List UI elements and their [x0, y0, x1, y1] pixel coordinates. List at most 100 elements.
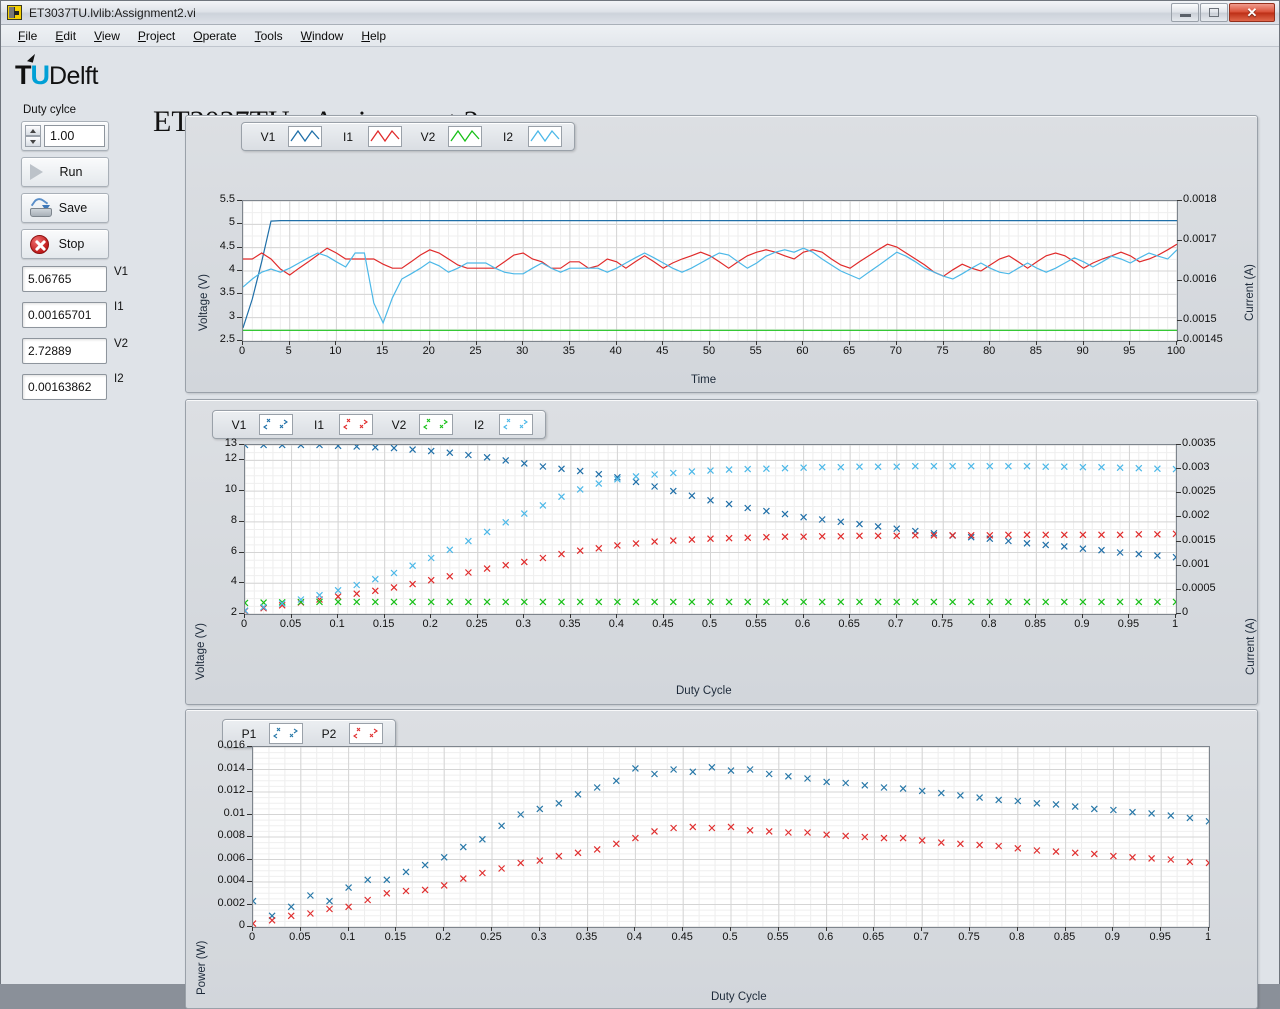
menu-help[interactable]: Help	[352, 27, 395, 45]
x-tick-label: 5	[285, 345, 292, 357]
waveform-chart[interactable]: V1 I1 V2 I2 Voltage (V) Current (A) Time…	[185, 115, 1258, 393]
duty-cycle-chart[interactable]: V1 I1 V2 I2 Voltage (V) Current (A) Duty…	[185, 399, 1258, 705]
x-tick-label: 0.1	[339, 931, 356, 943]
x-tick-label: 20	[422, 345, 435, 357]
y2-tick-label: 0.003	[1182, 461, 1210, 474]
y-tick-mark	[247, 813, 252, 815]
x-tick-label: 0.45	[652, 618, 674, 630]
x-tick-label: 0.65	[838, 618, 860, 630]
legend-item-v2[interactable]: V2	[379, 414, 459, 435]
x-tick-label: 0.4	[626, 931, 643, 943]
legend-item-i2[interactable]: I2	[459, 414, 539, 435]
power-chart-legend[interactable]: P1 P2	[222, 719, 396, 748]
x-tick-label: 0.75	[931, 618, 953, 630]
menu-project[interactable]: Project	[129, 27, 184, 45]
duty-cycle-input[interactable]: 1.00	[44, 125, 105, 147]
menu-tools[interactable]: Tools	[246, 27, 292, 45]
y-tick-label: 2.5	[219, 333, 235, 345]
menu-bar: File Edit View Project Operate Tools Win…	[1, 25, 1279, 47]
legend-item-v1[interactable]: V1	[219, 414, 299, 435]
y-tick-mark	[239, 551, 244, 553]
waveform-plot-area[interactable]	[242, 200, 1178, 342]
x-tick-label: 0	[240, 618, 248, 630]
y2-tick-mark	[1177, 340, 1182, 341]
stop-button[interactable]: Stop	[21, 229, 109, 259]
save-button-label: Save	[58, 201, 88, 215]
y-tick-label: 5.5	[219, 193, 235, 205]
legend-swatch-i2	[528, 126, 562, 147]
restore-button[interactable]	[1200, 3, 1228, 22]
y-tick-mark	[237, 340, 242, 341]
spin-down-icon[interactable]	[25, 136, 41, 147]
y2-tick-label: 0.0005	[1182, 581, 1216, 594]
duty-cycle-chart-legend[interactable]: V1 I1 V2 I2	[212, 410, 546, 439]
close-button[interactable]: ✕	[1229, 3, 1275, 22]
y2-tick-label: 0.0015	[1183, 313, 1217, 325]
menu-edit[interactable]: Edit	[46, 27, 85, 45]
duty-y2label: Current (A)	[1245, 618, 1257, 675]
power-ylabel: Power (W)	[196, 940, 208, 995]
x-tick-label: 0.5	[722, 931, 738, 943]
x-tick-label: 0.8	[1009, 931, 1025, 943]
logo-delft: Delft	[49, 62, 98, 90]
y2-tick-label: 0.0025	[1182, 485, 1216, 498]
legend-item-i1[interactable]: I1	[299, 414, 379, 435]
y-tick-mark	[247, 746, 252, 747]
legend-swatch-i1	[339, 414, 373, 435]
y-tick-label: 13	[224, 437, 237, 449]
y2-tick-mark	[1176, 516, 1181, 518]
legend-item-v2[interactable]: V2	[408, 126, 488, 147]
power-chart[interactable]: P1 P2 Power (W) Duty Cycle 0 0.05 0.1 0.15 0…	[185, 709, 1258, 1009]
y2-tick-label: 0.0018	[1183, 193, 1217, 205]
y2-tick-mark	[1176, 540, 1181, 542]
y-tick-label: 3	[228, 309, 235, 322]
control-sidebar: T U Delft Duty cylce 1.00 Run Save Stop …	[1, 47, 179, 984]
waveform-xlabel: Time	[691, 374, 717, 386]
menu-view[interactable]: View	[85, 27, 129, 45]
y2-tick-mark	[1177, 240, 1182, 241]
legend-item-v1[interactable]: V1	[248, 126, 328, 147]
duty-cycle-stepper[interactable]: 1.00	[21, 121, 109, 151]
legend-item-i2[interactable]: I2	[488, 126, 568, 147]
waveform-chart-legend[interactable]: V1 I1 V2 I2	[241, 122, 575, 151]
legend-item-i1[interactable]: I1	[328, 126, 408, 147]
y-tick-label: 0.016	[217, 739, 245, 751]
power-plot-area[interactable]	[252, 746, 1210, 928]
y2-tick-label: 0.0017	[1183, 233, 1217, 245]
menu-window[interactable]: Window	[292, 27, 353, 45]
duty-cycle-label: Duty cylce	[23, 104, 77, 116]
legend-item-p2[interactable]: P2	[309, 723, 389, 744]
x-tick-label: 0.55	[767, 931, 789, 943]
spin-up-icon[interactable]	[25, 125, 41, 136]
spin-buttons[interactable]	[25, 125, 41, 147]
stop-icon	[30, 234, 49, 254]
x-tick-label: 60	[796, 345, 809, 357]
y2-tick-label: 0.0015	[1182, 533, 1216, 546]
y-tick-mark	[239, 613, 244, 614]
run-button[interactable]: Run	[21, 157, 109, 187]
front-panel: T U Delft Duty cylce 1.00 Run Save Stop …	[1, 47, 1279, 1009]
y-tick-label: 6	[230, 544, 237, 557]
y-tick-label: 12	[224, 452, 237, 465]
menu-operate[interactable]: Operate	[184, 27, 245, 45]
menu-file[interactable]: File	[9, 27, 46, 45]
legend-swatch-v1	[288, 126, 322, 147]
x-tick-label: 15	[375, 345, 389, 357]
duty-plot-area[interactable]	[244, 444, 1177, 615]
indicator-i2-value: 0.00163862	[22, 374, 107, 400]
indicator-i1-label: I1	[114, 301, 124, 313]
x-tick-label: 0.25	[466, 618, 488, 630]
x-tick-label: 45	[656, 345, 669, 357]
y-tick-mark	[247, 858, 252, 860]
y-tick-label: 0.01	[223, 806, 245, 819]
x-tick-label: 0.35	[559, 618, 581, 630]
y-tick-mark	[237, 316, 242, 318]
minimize-button[interactable]	[1171, 3, 1199, 22]
save-button[interactable]: Save	[21, 193, 109, 223]
waveform-y2label: Current (A)	[1244, 264, 1256, 321]
x-tick-label: 85	[1029, 345, 1043, 357]
x-tick-label: 50	[702, 345, 716, 357]
legend-swatch-p1	[269, 723, 303, 744]
x-tick-label: 80	[983, 345, 996, 357]
x-tick-label: 0	[248, 931, 256, 943]
